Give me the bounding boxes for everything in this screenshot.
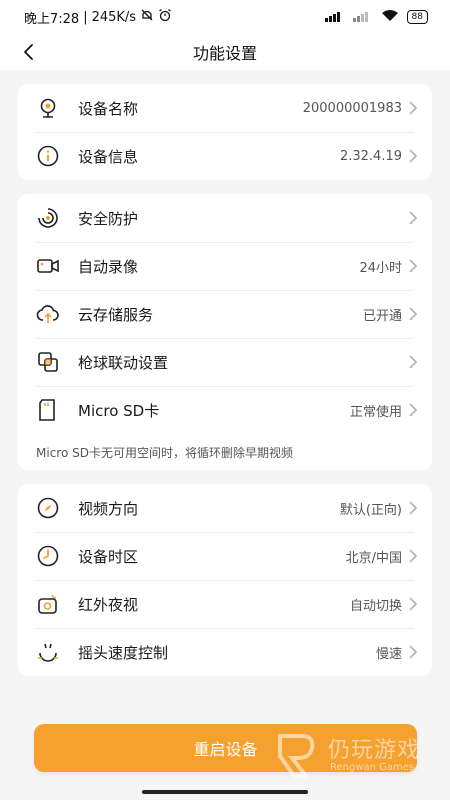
video-card: 视频方向 默认(正向) 设备时区 北京/中国 红外夜视 自动切换 摇头速度控制 … bbox=[18, 484, 432, 676]
back-button[interactable] bbox=[12, 36, 44, 68]
mute-notification-icon bbox=[140, 8, 154, 26]
device-card: 设备名称 200000001983 设备信息 2.32.4.19 bbox=[18, 84, 432, 180]
status-left: 晚上7:28 | 245K/s bbox=[24, 8, 172, 27]
alarm-clock-icon bbox=[158, 8, 172, 26]
watermark-title: 仍玩游戏 bbox=[328, 738, 421, 763]
timezone-label: 设备时区 bbox=[78, 547, 139, 566]
security-row[interactable]: 安全防护 bbox=[18, 194, 432, 242]
chevron-right-icon bbox=[409, 211, 418, 225]
status-separator: | bbox=[83, 9, 88, 25]
pan-speed-value: 慢速 bbox=[375, 646, 402, 662]
watermark-logo: 仍玩游戏 Rengwan Games bbox=[272, 730, 432, 782]
nav-bar: 功能设置 bbox=[0, 34, 450, 70]
sd-card-label: Micro SD卡 bbox=[78, 401, 160, 420]
security-swirl-icon bbox=[36, 206, 60, 230]
network-speed: 245K/s bbox=[91, 9, 137, 25]
night-vision-label: 红外夜视 bbox=[78, 595, 139, 614]
chevron-right-icon bbox=[409, 307, 418, 321]
battery-icon: 88 bbox=[406, 10, 428, 24]
device-info-value: 2.32.4.19 bbox=[339, 148, 402, 164]
linkage-row[interactable]: 枪球联动设置 bbox=[18, 338, 432, 386]
cloud-upload-icon bbox=[36, 302, 60, 326]
night-vision-row[interactable]: 红外夜视 自动切换 bbox=[18, 580, 432, 628]
chevron-right-icon bbox=[409, 101, 418, 115]
cellular-signal-2-icon bbox=[352, 10, 373, 25]
compass-icon bbox=[36, 496, 60, 520]
cloud-storage-value: 已开通 bbox=[362, 308, 402, 324]
device-name-value: 200000001983 bbox=[302, 100, 402, 116]
chevron-left-icon bbox=[24, 44, 33, 60]
security-card: 安全防护 自动录像 24小时 云存储服务 已开通 枪球联动设置 Micro SD… bbox=[18, 194, 432, 470]
status-time: 晚上7:28 bbox=[24, 11, 80, 27]
device-info-row[interactable]: 设备信息 2.32.4.19 bbox=[18, 132, 432, 180]
pan-speed-row[interactable]: 摇头速度控制 慢速 bbox=[18, 628, 432, 676]
watermark-emblem-icon bbox=[278, 734, 315, 778]
auto-record-row[interactable]: 自动录像 24小时 bbox=[18, 242, 432, 290]
info-icon bbox=[36, 144, 60, 168]
status-right: 88 bbox=[324, 9, 428, 25]
night-vision-icon bbox=[36, 592, 60, 616]
chevron-right-icon bbox=[409, 549, 418, 563]
timezone-row[interactable]: 设备时区 北京/中国 bbox=[18, 532, 432, 580]
auto-record-value: 24小时 bbox=[359, 260, 402, 276]
home-indicator[interactable] bbox=[142, 790, 308, 794]
cloud-storage-label: 云存储服务 bbox=[78, 305, 154, 324]
linkage-label: 枪球联动设置 bbox=[78, 353, 169, 372]
security-label: 安全防护 bbox=[78, 209, 139, 228]
wifi-icon bbox=[381, 9, 399, 25]
chevron-right-icon bbox=[409, 259, 418, 273]
chevron-right-icon bbox=[409, 355, 418, 369]
chevron-right-icon bbox=[409, 501, 418, 515]
pan-speed-label: 摇头速度控制 bbox=[78, 643, 169, 662]
pan-speed-icon bbox=[36, 640, 60, 664]
video-orientation-value: 默认(正向) bbox=[339, 502, 402, 518]
cellular-signal-icon bbox=[324, 10, 345, 25]
chevron-right-icon bbox=[409, 149, 418, 163]
timezone-value: 北京/中国 bbox=[345, 550, 402, 566]
cloud-storage-row[interactable]: 云存储服务 已开通 bbox=[18, 290, 432, 338]
watermark-subtitle: Rengwan Games bbox=[330, 762, 415, 773]
clock-icon bbox=[36, 544, 60, 568]
device-name-label: 设备名称 bbox=[78, 99, 139, 118]
chevron-right-icon bbox=[409, 645, 418, 659]
page-title: 功能设置 bbox=[192, 44, 257, 63]
video-camera-icon bbox=[36, 254, 60, 278]
sd-card-value: 正常使用 bbox=[349, 404, 402, 420]
sd-card-row[interactable]: Micro SD卡 正常使用 bbox=[18, 386, 432, 434]
sd-card-icon bbox=[36, 398, 60, 422]
video-orientation-row[interactable]: 视频方向 默认(正向) bbox=[18, 484, 432, 532]
chevron-right-icon bbox=[409, 403, 418, 417]
night-vision-value: 自动切换 bbox=[349, 598, 402, 614]
video-orientation-label: 视频方向 bbox=[78, 499, 139, 518]
sd-card-note: Micro SD卡无可用空间时，将循环删除早期视频 bbox=[36, 446, 293, 460]
chevron-right-icon bbox=[409, 597, 418, 611]
auto-record-label: 自动录像 bbox=[78, 257, 139, 276]
webcam-icon bbox=[36, 96, 60, 120]
linked-squares-icon bbox=[36, 350, 60, 374]
status-bar: 晚上7:28 | 245K/s 88 bbox=[0, 0, 450, 34]
device-name-row[interactable]: 设备名称 200000001983 bbox=[18, 84, 432, 132]
device-info-label: 设备信息 bbox=[78, 147, 139, 166]
